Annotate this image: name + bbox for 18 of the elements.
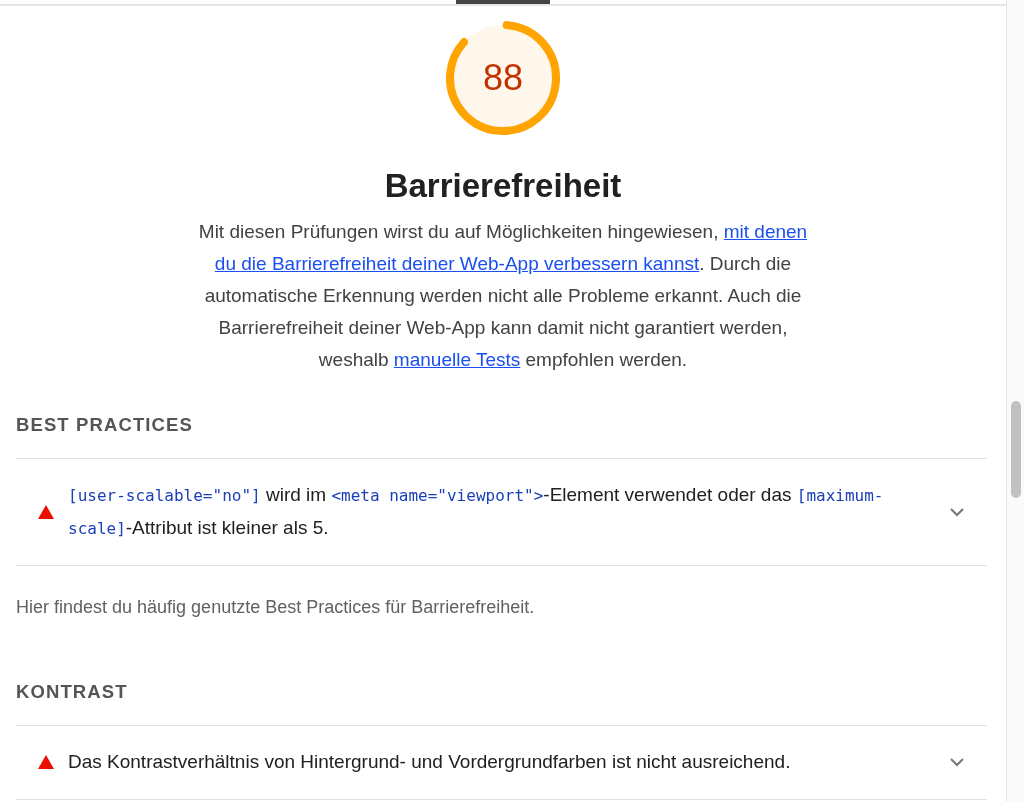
- section-heading: BEST PRACTICES: [16, 412, 194, 437]
- link[interactable]: mit denen: [723, 220, 808, 242]
- category-title: Barrierefreiheit: [383, 166, 623, 206]
- section-description: Hier findest du häufig genutzte Best Practices für Barrierefreiheit.: [16, 595, 536, 619]
- score-value: 88: [483, 57, 523, 98]
- chevron-icon[interactable]: [949, 506, 965, 517]
- chevron-icon[interactable]: [949, 757, 965, 768]
- link[interactable]: du die Barrierefreiheit deiner Web-App verbessern kannst: [214, 252, 700, 274]
- section-heading: KONTRAST: [16, 679, 129, 704]
- link[interactable]: manuelle Tests: [393, 348, 521, 370]
- warning-icon: [38, 755, 54, 770]
- audit-row[interactable]: [user-scalable="no"] wird im <meta name="viewport">-Element verwendet oder das [maximum-scale]-Attribut ist kleiner als 5.: [16, 457, 987, 566]
- scrollbar-thumb[interactable]: [1010, 401, 1021, 498]
- category-description: Mit diesen Prüfungen wirst du auf Möglichkeiten hingewiesen, mit denen du die Barrierefreiheit deiner Web-App verbessern kannst. Durch die automatische Erkennung werden nicht alle Probleme erkannt. Auch die Barrierefreiheit deiner Web-App kann damit nicht garantiert werden, weshalb manuelle Tests empfohlen werden.: [197, 219, 809, 372]
- audit-title: [user-scalable="no"] wird im <meta name="viewport">-Element verwendet oder das [maximum-scale]-Attribut ist kleiner als 5.: [68, 482, 885, 540]
- warning-icon: [38, 504, 54, 519]
- audit-row[interactable]: Das Kontrastverhältnis von Hintergrund- und Vordergrundfarben ist nicht ausreichend.: [16, 724, 987, 800]
- audit-title: Das Kontrastverhältnis von Hintergrund- und Vordergrundfarben ist nicht ausreichend.: [68, 750, 792, 775]
